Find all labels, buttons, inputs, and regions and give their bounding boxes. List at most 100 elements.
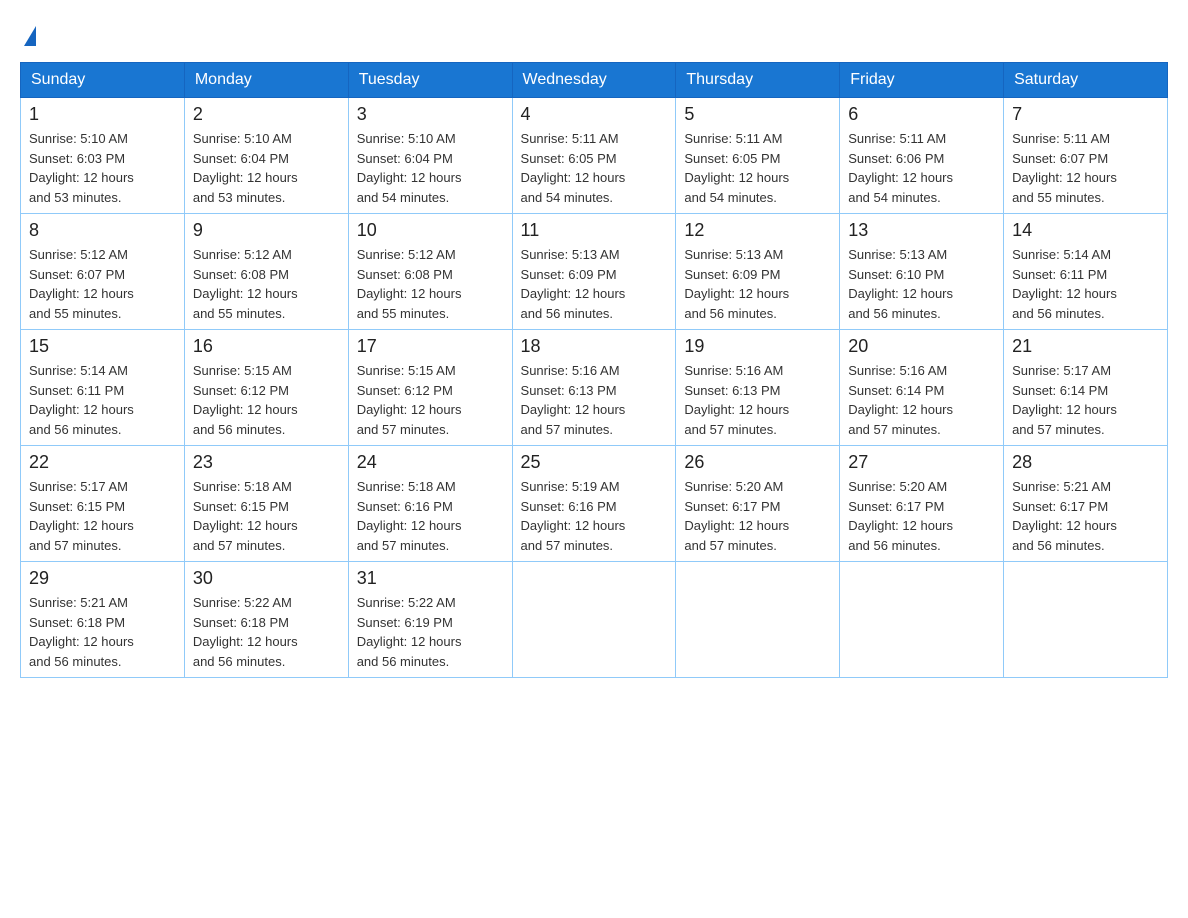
day-info: Sunrise: 5:16 AM Sunset: 6:13 PM Dayligh… xyxy=(521,361,668,439)
day-info: Sunrise: 5:12 AM Sunset: 6:08 PM Dayligh… xyxy=(193,245,340,323)
calendar-day-cell: 28 Sunrise: 5:21 AM Sunset: 6:17 PM Dayl… xyxy=(1004,446,1168,562)
day-info: Sunrise: 5:20 AM Sunset: 6:17 PM Dayligh… xyxy=(848,477,995,555)
day-info: Sunrise: 5:11 AM Sunset: 6:06 PM Dayligh… xyxy=(848,129,995,207)
calendar-week-row: 15 Sunrise: 5:14 AM Sunset: 6:11 PM Dayl… xyxy=(21,330,1168,446)
day-number: 24 xyxy=(357,452,504,473)
day-number: 9 xyxy=(193,220,340,241)
calendar-day-cell: 9 Sunrise: 5:12 AM Sunset: 6:08 PM Dayli… xyxy=(184,214,348,330)
calendar-day-cell: 25 Sunrise: 5:19 AM Sunset: 6:16 PM Dayl… xyxy=(512,446,676,562)
day-number: 18 xyxy=(521,336,668,357)
calendar-day-cell: 2 Sunrise: 5:10 AM Sunset: 6:04 PM Dayli… xyxy=(184,98,348,214)
day-of-week-header: Sunday xyxy=(21,63,185,98)
calendar-day-cell: 11 Sunrise: 5:13 AM Sunset: 6:09 PM Dayl… xyxy=(512,214,676,330)
calendar-day-cell: 12 Sunrise: 5:13 AM Sunset: 6:09 PM Dayl… xyxy=(676,214,840,330)
day-info: Sunrise: 5:13 AM Sunset: 6:09 PM Dayligh… xyxy=(684,245,831,323)
calendar-day-cell: 8 Sunrise: 5:12 AM Sunset: 6:07 PM Dayli… xyxy=(21,214,185,330)
day-number: 8 xyxy=(29,220,176,241)
day-info: Sunrise: 5:16 AM Sunset: 6:13 PM Dayligh… xyxy=(684,361,831,439)
day-info: Sunrise: 5:19 AM Sunset: 6:16 PM Dayligh… xyxy=(521,477,668,555)
day-info: Sunrise: 5:17 AM Sunset: 6:15 PM Dayligh… xyxy=(29,477,176,555)
day-number: 6 xyxy=(848,104,995,125)
day-info: Sunrise: 5:21 AM Sunset: 6:18 PM Dayligh… xyxy=(29,593,176,671)
calendar-day-cell xyxy=(840,562,1004,678)
day-number: 31 xyxy=(357,568,504,589)
day-number: 14 xyxy=(1012,220,1159,241)
page-header xyxy=(20,20,1168,46)
day-of-week-header: Wednesday xyxy=(512,63,676,98)
calendar-week-row: 29 Sunrise: 5:21 AM Sunset: 6:18 PM Dayl… xyxy=(21,562,1168,678)
day-info: Sunrise: 5:14 AM Sunset: 6:11 PM Dayligh… xyxy=(1012,245,1159,323)
day-info: Sunrise: 5:22 AM Sunset: 6:19 PM Dayligh… xyxy=(357,593,504,671)
calendar-week-row: 8 Sunrise: 5:12 AM Sunset: 6:07 PM Dayli… xyxy=(21,214,1168,330)
day-info: Sunrise: 5:17 AM Sunset: 6:14 PM Dayligh… xyxy=(1012,361,1159,439)
day-info: Sunrise: 5:18 AM Sunset: 6:15 PM Dayligh… xyxy=(193,477,340,555)
day-of-week-header: Tuesday xyxy=(348,63,512,98)
day-number: 7 xyxy=(1012,104,1159,125)
calendar-day-cell xyxy=(676,562,840,678)
calendar-day-cell: 18 Sunrise: 5:16 AM Sunset: 6:13 PM Dayl… xyxy=(512,330,676,446)
day-number: 26 xyxy=(684,452,831,473)
day-info: Sunrise: 5:11 AM Sunset: 6:07 PM Dayligh… xyxy=(1012,129,1159,207)
day-number: 10 xyxy=(357,220,504,241)
calendar-day-cell: 21 Sunrise: 5:17 AM Sunset: 6:14 PM Dayl… xyxy=(1004,330,1168,446)
day-number: 28 xyxy=(1012,452,1159,473)
day-number: 2 xyxy=(193,104,340,125)
calendar-day-cell: 19 Sunrise: 5:16 AM Sunset: 6:13 PM Dayl… xyxy=(676,330,840,446)
day-number: 16 xyxy=(193,336,340,357)
calendar-day-cell: 13 Sunrise: 5:13 AM Sunset: 6:10 PM Dayl… xyxy=(840,214,1004,330)
calendar-day-cell: 24 Sunrise: 5:18 AM Sunset: 6:16 PM Dayl… xyxy=(348,446,512,562)
day-info: Sunrise: 5:21 AM Sunset: 6:17 PM Dayligh… xyxy=(1012,477,1159,555)
day-number: 23 xyxy=(193,452,340,473)
day-number: 20 xyxy=(848,336,995,357)
day-number: 29 xyxy=(29,568,176,589)
logo-arrow-icon xyxy=(24,26,36,46)
calendar-day-cell: 23 Sunrise: 5:18 AM Sunset: 6:15 PM Dayl… xyxy=(184,446,348,562)
calendar-day-cell: 4 Sunrise: 5:11 AM Sunset: 6:05 PM Dayli… xyxy=(512,98,676,214)
day-number: 3 xyxy=(357,104,504,125)
day-info: Sunrise: 5:20 AM Sunset: 6:17 PM Dayligh… xyxy=(684,477,831,555)
calendar-day-cell: 22 Sunrise: 5:17 AM Sunset: 6:15 PM Dayl… xyxy=(21,446,185,562)
day-info: Sunrise: 5:11 AM Sunset: 6:05 PM Dayligh… xyxy=(521,129,668,207)
calendar-day-cell: 26 Sunrise: 5:20 AM Sunset: 6:17 PM Dayl… xyxy=(676,446,840,562)
calendar-day-cell xyxy=(1004,562,1168,678)
day-number: 25 xyxy=(521,452,668,473)
day-info: Sunrise: 5:16 AM Sunset: 6:14 PM Dayligh… xyxy=(848,361,995,439)
calendar-day-cell: 16 Sunrise: 5:15 AM Sunset: 6:12 PM Dayl… xyxy=(184,330,348,446)
day-number: 4 xyxy=(521,104,668,125)
calendar-day-cell: 30 Sunrise: 5:22 AM Sunset: 6:18 PM Dayl… xyxy=(184,562,348,678)
calendar-day-cell: 27 Sunrise: 5:20 AM Sunset: 6:17 PM Dayl… xyxy=(840,446,1004,562)
calendar-day-cell: 20 Sunrise: 5:16 AM Sunset: 6:14 PM Dayl… xyxy=(840,330,1004,446)
calendar-day-cell: 3 Sunrise: 5:10 AM Sunset: 6:04 PM Dayli… xyxy=(348,98,512,214)
day-number: 19 xyxy=(684,336,831,357)
calendar-day-cell: 31 Sunrise: 5:22 AM Sunset: 6:19 PM Dayl… xyxy=(348,562,512,678)
calendar-day-cell: 15 Sunrise: 5:14 AM Sunset: 6:11 PM Dayl… xyxy=(21,330,185,446)
calendar-week-row: 22 Sunrise: 5:17 AM Sunset: 6:15 PM Dayl… xyxy=(21,446,1168,562)
calendar-day-cell: 10 Sunrise: 5:12 AM Sunset: 6:08 PM Dayl… xyxy=(348,214,512,330)
calendar-day-cell: 6 Sunrise: 5:11 AM Sunset: 6:06 PM Dayli… xyxy=(840,98,1004,214)
day-number: 5 xyxy=(684,104,831,125)
calendar-day-cell xyxy=(512,562,676,678)
calendar-day-cell: 1 Sunrise: 5:10 AM Sunset: 6:03 PM Dayli… xyxy=(21,98,185,214)
day-of-week-header: Saturday xyxy=(1004,63,1168,98)
day-of-week-header: Monday xyxy=(184,63,348,98)
day-number: 22 xyxy=(29,452,176,473)
day-info: Sunrise: 5:13 AM Sunset: 6:10 PM Dayligh… xyxy=(848,245,995,323)
calendar-day-cell: 5 Sunrise: 5:11 AM Sunset: 6:05 PM Dayli… xyxy=(676,98,840,214)
day-number: 13 xyxy=(848,220,995,241)
day-info: Sunrise: 5:10 AM Sunset: 6:04 PM Dayligh… xyxy=(193,129,340,207)
day-number: 11 xyxy=(521,220,668,241)
day-info: Sunrise: 5:22 AM Sunset: 6:18 PM Dayligh… xyxy=(193,593,340,671)
calendar-day-cell: 17 Sunrise: 5:15 AM Sunset: 6:12 PM Dayl… xyxy=(348,330,512,446)
logo xyxy=(20,20,36,46)
day-of-week-header: Friday xyxy=(840,63,1004,98)
day-info: Sunrise: 5:14 AM Sunset: 6:11 PM Dayligh… xyxy=(29,361,176,439)
day-info: Sunrise: 5:12 AM Sunset: 6:08 PM Dayligh… xyxy=(357,245,504,323)
calendar-day-cell: 14 Sunrise: 5:14 AM Sunset: 6:11 PM Dayl… xyxy=(1004,214,1168,330)
calendar-day-cell: 7 Sunrise: 5:11 AM Sunset: 6:07 PM Dayli… xyxy=(1004,98,1168,214)
days-of-week-row: SundayMondayTuesdayWednesdayThursdayFrid… xyxy=(21,63,1168,98)
day-number: 15 xyxy=(29,336,176,357)
day-number: 12 xyxy=(684,220,831,241)
day-info: Sunrise: 5:15 AM Sunset: 6:12 PM Dayligh… xyxy=(357,361,504,439)
day-info: Sunrise: 5:11 AM Sunset: 6:05 PM Dayligh… xyxy=(684,129,831,207)
day-info: Sunrise: 5:13 AM Sunset: 6:09 PM Dayligh… xyxy=(521,245,668,323)
